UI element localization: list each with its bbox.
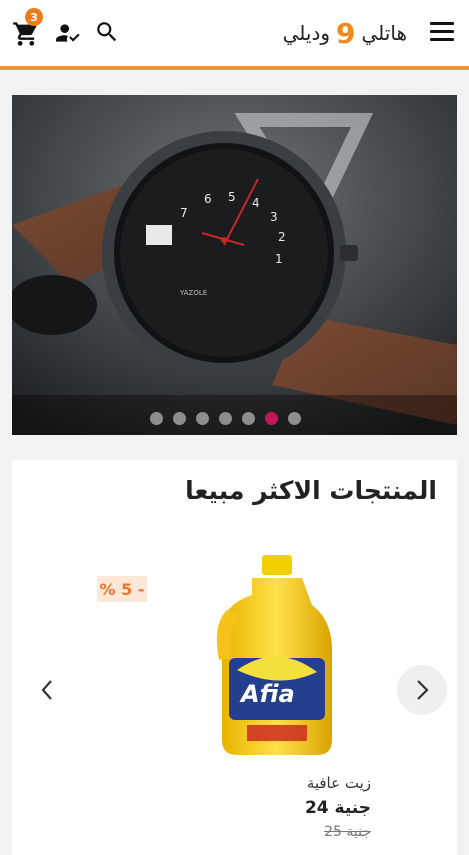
menu-icon-bar — [430, 30, 454, 33]
watch-image: 876 543 21 YAZOLE — [12, 95, 457, 435]
brand-word-2: وديلي — [282, 21, 331, 45]
slider-dots — [0, 412, 469, 426]
slider-dot[interactable] — [265, 412, 278, 425]
account-button[interactable] — [55, 20, 81, 46]
oil-bottle-image: Afia — [216, 555, 332, 755]
product-image[interactable]: Afia — [207, 550, 347, 765]
banner-slider[interactable]: 876 543 21 YAZOLE — [12, 95, 457, 435]
slider-dot[interactable] — [173, 412, 186, 425]
product-old-price: جنية 25 — [324, 824, 371, 840]
svg-text:1: 1 — [275, 252, 283, 266]
menu-icon-bar — [430, 22, 454, 25]
watch-brand-text: YAZOLE — [179, 289, 207, 297]
svg-text:2: 2 — [278, 230, 286, 244]
product-name[interactable]: زيت عافية — [307, 774, 371, 792]
slider-dot[interactable] — [196, 412, 209, 425]
product-price: جنية 24 — [304, 798, 371, 818]
slider-dot[interactable] — [242, 412, 255, 425]
app-header: 3 هاتلي 9 وديلي — [0, 0, 469, 66]
product-label-text: Afia — [239, 680, 295, 708]
svg-text:5: 5 — [228, 190, 236, 204]
brand-number: 9 — [336, 16, 356, 50]
menu-button[interactable] — [430, 22, 456, 44]
svg-text:6: 6 — [204, 192, 212, 206]
chevron-left-icon — [41, 680, 52, 700]
header-accent-line — [0, 66, 469, 70]
cart-count-badge: 3 — [25, 8, 43, 26]
best-sellers-section: المنتجات الاكثر مبيعا % 5 - Afia زيت عاف… — [12, 460, 457, 855]
carousel-prev-button[interactable] — [32, 670, 62, 710]
section-title: المنتجات الاكثر مبيعا — [185, 476, 437, 505]
slider-dot[interactable] — [150, 412, 163, 425]
slider-dot[interactable] — [288, 412, 301, 425]
account-check-icon — [56, 24, 80, 42]
svg-text:4: 4 — [252, 196, 260, 210]
slider-dot[interactable] — [219, 412, 232, 425]
carousel-next-button[interactable] — [397, 665, 447, 715]
search-icon — [97, 22, 117, 42]
svg-text:3: 3 — [270, 210, 278, 224]
search-button[interactable] — [94, 19, 120, 45]
brand-word-1: هاتلي — [361, 21, 408, 45]
svg-text:7: 7 — [180, 206, 188, 220]
chevron-right-icon — [417, 680, 429, 700]
brand-logo[interactable]: هاتلي 9 وديلي — [283, 14, 407, 52]
menu-icon-bar — [430, 38, 454, 41]
discount-badge: % 5 - — [97, 576, 147, 602]
